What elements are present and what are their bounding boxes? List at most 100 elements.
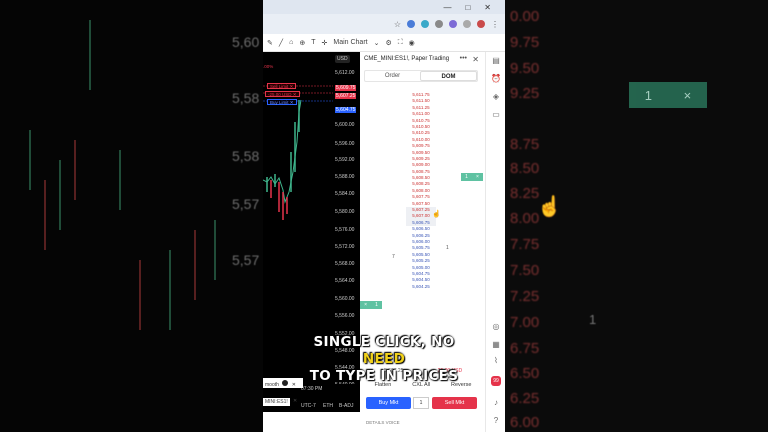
background-hand-cursor-icon: ☝ bbox=[537, 196, 562, 218]
bottom-symbol[interactable]: MINI:ES1! bbox=[263, 398, 290, 406]
axis-price: 5,600.00 bbox=[335, 122, 355, 128]
pattern-icon[interactable]: ⌂ bbox=[289, 39, 293, 46]
background-price-label: 8.00 bbox=[510, 210, 540, 227]
crosshair-icon[interactable]: ✛ bbox=[321, 39, 327, 47]
background-side-value: 1 bbox=[589, 312, 597, 327]
working-order-chip[interactable]: 1 × bbox=[461, 173, 483, 181]
brush-icon[interactable]: ✎ bbox=[267, 39, 273, 47]
quantity-input[interactable]: 1 bbox=[413, 397, 429, 409]
background-price-label: 5,57 bbox=[232, 252, 260, 268]
axis-price: 5,580.00 bbox=[335, 209, 355, 215]
background-price-label: 9.75 bbox=[510, 34, 540, 51]
dom-price-row[interactable]: 5,604.25 bbox=[406, 284, 436, 290]
extension-icon[interactable] bbox=[435, 20, 443, 28]
extension-icon[interactable] bbox=[449, 20, 457, 28]
background-price-label: 7.75 bbox=[510, 236, 540, 253]
background-price-label: 7.25 bbox=[510, 288, 540, 305]
background-price-label: 5,57 bbox=[232, 196, 260, 212]
background-price-label: 6.75 bbox=[510, 340, 540, 357]
fullscreen-icon[interactable]: ⛶ bbox=[398, 39, 403, 47]
close-panel-button[interactable]: ✕ bbox=[472, 55, 479, 64]
dom-ask-size: 1 bbox=[446, 245, 449, 251]
chat-icon[interactable]: ▭ bbox=[491, 110, 501, 120]
background-price-label: 5,60 bbox=[232, 34, 260, 50]
time-label: 07:30 PM bbox=[301, 386, 323, 392]
currency-label[interactable]: USD bbox=[335, 55, 350, 63]
background-price-label: 9.50 bbox=[510, 60, 540, 77]
background-price-label: 5,58 bbox=[232, 148, 260, 164]
settings-icon[interactable]: ⚙ bbox=[385, 39, 391, 47]
axis-price: 5,609.75 bbox=[335, 85, 357, 91]
layers-icon[interactable]: ◈ bbox=[491, 92, 501, 102]
session-label[interactable]: ETH bbox=[323, 403, 333, 409]
puzzle-icon[interactable] bbox=[463, 20, 471, 28]
right-sidebar: ▤ ⏰ ◈ ▭ ◎ ▦ ⌇ 99 ♪ ? bbox=[485, 52, 505, 432]
pine-icon[interactable]: ⌇ bbox=[491, 356, 501, 366]
alert-icon[interactable]: ⏰ bbox=[491, 74, 501, 84]
trendline-icon[interactable]: ╱ bbox=[279, 39, 283, 47]
calendar-icon[interactable]: ▦ bbox=[491, 340, 501, 350]
extension-icon[interactable] bbox=[421, 20, 429, 28]
cursor-icon: ☝ bbox=[432, 211, 441, 218]
tab-order[interactable]: Order bbox=[365, 71, 420, 81]
background-order-close: × bbox=[683, 87, 692, 103]
bell-icon[interactable]: ♪ bbox=[491, 398, 501, 408]
sell-market-button[interactable]: Sell Mkt bbox=[432, 397, 477, 409]
buy-limit-label[interactable]: Buy Limit ✕ bbox=[267, 99, 297, 105]
adjust-label[interactable]: B-ADJ bbox=[339, 403, 353, 409]
caption-text: SINGLE CLICK, NO bbox=[313, 334, 455, 350]
watchlist-icon[interactable]: ▤ bbox=[491, 56, 501, 66]
star-icon[interactable]: ☆ bbox=[394, 20, 401, 29]
axis-price: 5,592.00 bbox=[335, 157, 355, 163]
target-icon[interactable]: ◎ bbox=[491, 322, 501, 332]
background-price-label: 0.00 bbox=[510, 8, 540, 25]
more-options-button[interactable]: ••• bbox=[460, 55, 467, 62]
background-price-label: 7.50 bbox=[510, 262, 540, 279]
tab-dom[interactable]: DOM bbox=[420, 71, 477, 81]
bottom-bar: MINI:ES1! ✕ UTC-7 ETH B-ADJ bbox=[263, 398, 360, 432]
axis-price: 5,584.00 bbox=[335, 191, 355, 197]
dom-bid-size: 7 bbox=[392, 254, 395, 260]
toggle-icon[interactable] bbox=[282, 380, 289, 386]
timezone-label[interactable]: UTC-7 bbox=[301, 403, 316, 409]
close-window-button[interactable]: ✕ bbox=[484, 3, 491, 12]
close-icon[interactable]: ✕ bbox=[293, 398, 297, 404]
extension-icon[interactable] bbox=[407, 20, 415, 28]
pnl-label[interactable]: -25.00 USD ✕ bbox=[265, 91, 300, 97]
chevron-down-icon[interactable]: ⌄ bbox=[374, 39, 380, 47]
background-price-label: 6.50 bbox=[510, 365, 540, 382]
axis-price: 5,564.00 bbox=[335, 278, 355, 284]
sell-limit-label[interactable]: Sell Limit ✕ bbox=[267, 83, 297, 89]
maximize-button[interactable]: □ bbox=[465, 3, 470, 12]
axis-price: 5,612.00 bbox=[335, 70, 355, 76]
help-icon[interactable]: ? bbox=[491, 416, 501, 426]
close-icon[interactable]: × bbox=[364, 302, 367, 308]
background-price-label: 8.50 bbox=[510, 160, 540, 177]
axis-price: 5,556.00 bbox=[335, 313, 355, 319]
panel-header: CME_MINI:ES1!, Paper Trading bbox=[364, 56, 450, 62]
caption-line-2: TO TYPE IN PRICES bbox=[309, 368, 459, 384]
minimize-button[interactable]: — bbox=[443, 3, 451, 12]
address-bar: ☆ ⋮ bbox=[263, 14, 505, 34]
measure-icon[interactable]: ⊕ bbox=[299, 39, 305, 47]
background-dom-right: 0.00 9.75 9.50 9.25 8.75 8.50 8.25 8.00 … bbox=[505, 0, 768, 432]
camera-icon[interactable]: ◉ bbox=[409, 39, 415, 47]
background-price-label: 8.75 bbox=[510, 136, 540, 153]
menu-icon[interactable]: ⋮ bbox=[491, 20, 499, 29]
axis-price: 5,607.25 bbox=[335, 93, 357, 99]
symbol-fragment: mooth bbox=[265, 382, 279, 388]
working-order-chip[interactable]: × 1 bbox=[360, 301, 382, 309]
axis-price: 5,588.00 bbox=[335, 174, 355, 180]
dom-ladder[interactable]: 5,611.75 5,611.50 5,611.25 5,611.00 5,61… bbox=[406, 92, 436, 290]
close-icon[interactable]: × bbox=[476, 174, 479, 180]
text-icon[interactable]: T bbox=[311, 39, 315, 46]
background-price-label: 7.00 bbox=[510, 314, 540, 331]
video-caption: SINGLE CLICK, NO NEED TO TYPE IN PRICES bbox=[290, 334, 478, 385]
details-label[interactable]: DETAILS VOICE bbox=[366, 420, 400, 425]
background-price-label: 5,58 bbox=[232, 90, 260, 106]
layout-name[interactable]: Main Chart bbox=[333, 39, 367, 46]
profile-icon[interactable] bbox=[477, 20, 485, 28]
notification-badge[interactable]: 99 bbox=[491, 376, 501, 386]
background-chart-left: 5,60 5,58 5,58 5,57 5,57 bbox=[0, 0, 263, 432]
buy-market-button[interactable]: Buy Mkt bbox=[366, 397, 411, 409]
